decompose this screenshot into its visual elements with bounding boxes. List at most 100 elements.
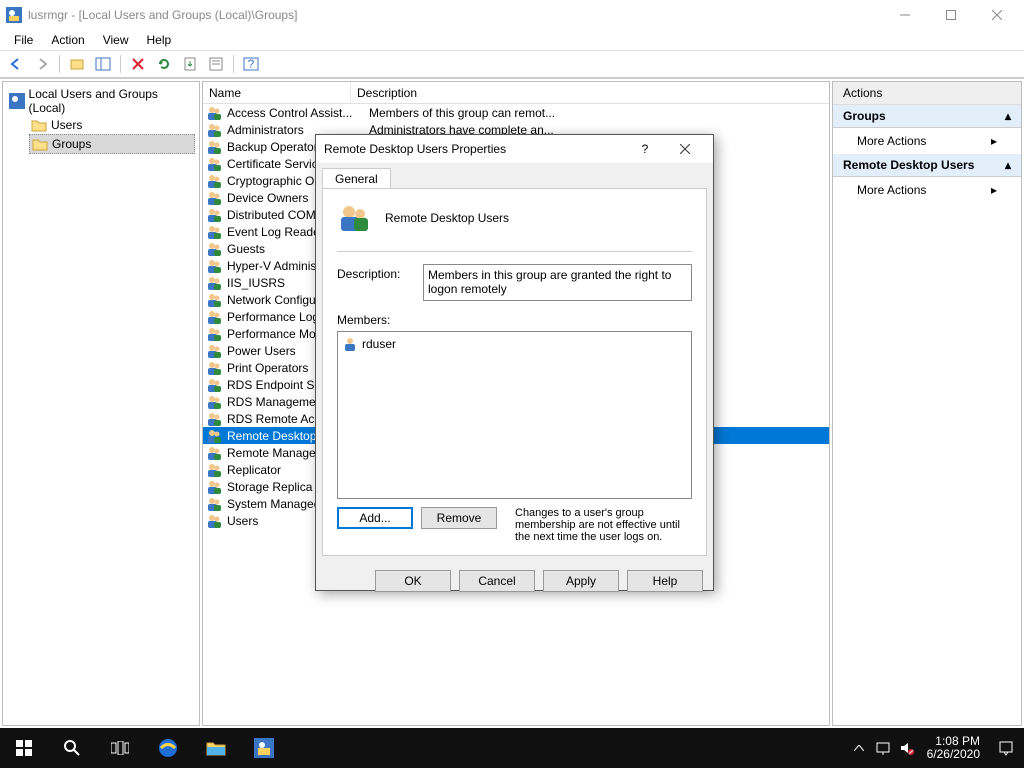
- mmc-icon: [9, 93, 25, 109]
- menu-help[interactable]: Help: [139, 31, 180, 49]
- tray-volume-icon[interactable]: [895, 728, 919, 768]
- export-list-button[interactable]: [178, 52, 202, 76]
- taskbar: 1:08 PM 6/26/2020: [0, 728, 1024, 768]
- group-icon: [206, 445, 222, 461]
- group-icon: [206, 343, 222, 359]
- membership-note: Changes to a user's group membership are…: [515, 507, 692, 543]
- tray-overflow[interactable]: [847, 728, 871, 768]
- group-icon: [206, 360, 222, 376]
- toolbar: ?: [0, 50, 1024, 78]
- add-button[interactable]: Add...: [337, 507, 413, 529]
- folder-icon: [32, 136, 48, 152]
- apply-button[interactable]: Apply: [543, 570, 619, 592]
- notifications-button[interactable]: [988, 728, 1024, 768]
- menu-action[interactable]: Action: [43, 31, 92, 49]
- description-input[interactable]: Members in this group are granted the ri…: [423, 264, 692, 301]
- group-icon: [206, 122, 222, 138]
- group-icon: [206, 173, 222, 189]
- tray-network-icon[interactable]: [871, 728, 895, 768]
- group-icon: [206, 224, 222, 240]
- group-icon: [206, 411, 222, 427]
- taskbar-clock[interactable]: 1:08 PM 6/26/2020: [919, 735, 988, 761]
- list-header: Name Description: [203, 82, 829, 104]
- col-name[interactable]: Name: [203, 82, 351, 103]
- group-icon: [206, 275, 222, 291]
- members-label: Members:: [337, 313, 390, 327]
- dialog-help-btn[interactable]: Help: [627, 570, 703, 592]
- app-icon: [6, 7, 22, 23]
- menu-file[interactable]: File: [6, 31, 41, 49]
- group-icon: [206, 462, 222, 478]
- tree-groups-label: Groups: [52, 137, 91, 151]
- row-name: Access Control Assist...: [225, 106, 367, 120]
- group-icon: [206, 258, 222, 274]
- tree-root[interactable]: Local Users and Groups (Local): [7, 86, 195, 116]
- minimize-button[interactable]: [882, 0, 928, 30]
- taskbar-lusrmgr[interactable]: [240, 728, 288, 768]
- back-button[interactable]: [4, 52, 28, 76]
- help-button[interactable]: ?: [239, 52, 263, 76]
- taskbar-ie[interactable]: [144, 728, 192, 768]
- group-icon: [206, 190, 222, 206]
- tab-page-general: Remote Desktop Users Description: Member…: [322, 188, 707, 556]
- clock-date: 6/26/2020: [927, 748, 980, 761]
- group-icon: [206, 326, 222, 342]
- dialog-help-button[interactable]: ?: [625, 135, 665, 163]
- ok-button[interactable]: OK: [375, 570, 451, 592]
- actions-group-rdu[interactable]: Remote Desktop Users ▴: [833, 154, 1021, 177]
- window-titlebar: lusrmgr - [Local Users and Groups (Local…: [0, 0, 1024, 30]
- group-icon: [206, 377, 222, 393]
- menubar: File Action View Help: [0, 30, 1024, 50]
- col-desc[interactable]: Description: [351, 82, 829, 103]
- member-item[interactable]: rduser: [342, 336, 687, 352]
- tree-users-label: Users: [51, 118, 82, 132]
- taskbar-explorer[interactable]: [192, 728, 240, 768]
- dialog-close-button[interactable]: [665, 135, 705, 163]
- group-name-text: Remote Desktop Users: [385, 211, 509, 225]
- tree-groups[interactable]: Groups: [29, 134, 195, 154]
- group-icon: [206, 292, 222, 308]
- chevron-right-icon: ▸: [991, 183, 997, 197]
- actions-header: Actions: [833, 82, 1021, 105]
- group-icon: [206, 309, 222, 325]
- folder-icon: [31, 117, 47, 133]
- actions-more-1[interactable]: More Actions ▸: [833, 128, 1021, 154]
- remove-button[interactable]: Remove: [421, 507, 497, 529]
- forward-button[interactable]: [30, 52, 54, 76]
- dialog-titlebar: Remote Desktop Users Properties ?: [316, 135, 713, 163]
- group-icon: [206, 105, 222, 121]
- taskview-button[interactable]: [96, 728, 144, 768]
- actions-more-2[interactable]: More Actions ▸: [833, 177, 1021, 203]
- window-title: lusrmgr - [Local Users and Groups (Local…: [28, 8, 882, 22]
- group-icon: [206, 139, 222, 155]
- properties-button[interactable]: [204, 52, 228, 76]
- group-icon: [206, 428, 222, 444]
- search-button[interactable]: [48, 728, 96, 768]
- description-label: Description:: [337, 264, 415, 281]
- collapse-icon: ▴: [1005, 158, 1011, 172]
- group-icon: [206, 156, 222, 172]
- actions-group-groups[interactable]: Groups ▴: [833, 105, 1021, 128]
- up-button[interactable]: [65, 52, 89, 76]
- svg-text:?: ?: [248, 57, 255, 71]
- maximize-button[interactable]: [928, 0, 974, 30]
- show-hide-tree-button[interactable]: [91, 52, 115, 76]
- collapse-icon: ▴: [1005, 109, 1011, 123]
- member-name: rduser: [362, 337, 396, 351]
- refresh-button[interactable]: [152, 52, 176, 76]
- cancel-button[interactable]: Cancel: [459, 570, 535, 592]
- delete-button[interactable]: [126, 52, 150, 76]
- group-icon: [206, 479, 222, 495]
- properties-dialog: Remote Desktop Users Properties ? Genera…: [315, 134, 714, 591]
- members-listbox[interactable]: rduser: [337, 331, 692, 499]
- start-button[interactable]: [0, 728, 48, 768]
- list-row[interactable]: Access Control Assist...Members of this …: [203, 104, 829, 121]
- group-icon: [206, 496, 222, 512]
- close-button[interactable]: [974, 0, 1020, 30]
- group-icon: [206, 241, 222, 257]
- tree-users[interactable]: Users: [29, 116, 195, 134]
- tree-pane: Local Users and Groups (Local) Users Gro…: [2, 81, 200, 726]
- menu-view[interactable]: View: [95, 31, 137, 49]
- dialog-title: Remote Desktop Users Properties: [324, 142, 625, 156]
- tab-general[interactable]: General: [322, 168, 391, 189]
